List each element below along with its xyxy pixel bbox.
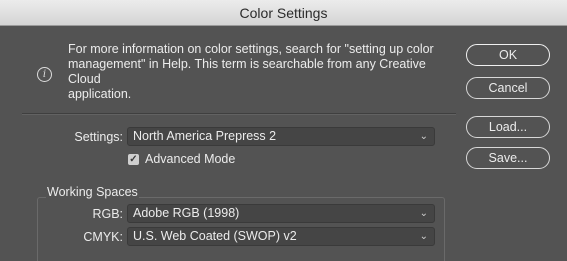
info-icon: i	[37, 67, 52, 82]
settings-dropdown[interactable]: North America Prepress 2 ⌄	[127, 127, 435, 146]
chevron-down-icon: ⌄	[419, 231, 428, 242]
save-button[interactable]: Save...	[466, 147, 550, 169]
load-button[interactable]: Load...	[466, 116, 550, 138]
chevron-down-icon: ⌄	[419, 131, 428, 142]
section-divider	[22, 113, 456, 115]
advanced-mode-label: Advanced Mode	[145, 152, 236, 166]
info-line-2: management" in Help. This term is search…	[68, 57, 426, 86]
settings-dropdown-value: North America Prepress 2	[133, 129, 277, 143]
working-spaces-title: Working Spaces	[46, 185, 139, 199]
window-title: Color Settings	[0, 0, 567, 26]
chevron-down-icon: ⌄	[419, 208, 428, 219]
cancel-button[interactable]: Cancel	[466, 77, 550, 99]
cmyk-label: CMYK:	[83, 230, 123, 244]
info-line-1: For more information on color settings, …	[68, 42, 434, 56]
cmyk-dropdown-value: U.S. Web Coated (SWOP) v2	[133, 229, 297, 243]
settings-label: Settings:	[74, 130, 123, 144]
info-line-3: application.	[68, 87, 132, 101]
rgb-dropdown-value: Adobe RGB (1998)	[133, 206, 240, 220]
rgb-label: RGB:	[92, 207, 123, 221]
info-message: For more information on color settings, …	[68, 42, 453, 102]
advanced-mode-checkbox[interactable]: ✓	[128, 154, 139, 165]
color-settings-dialog: Color Settings i For more information on…	[0, 0, 567, 261]
rgb-dropdown[interactable]: Adobe RGB (1998) ⌄	[127, 204, 435, 223]
cmyk-dropdown[interactable]: U.S. Web Coated (SWOP) v2 ⌄	[127, 227, 435, 246]
ok-button[interactable]: OK	[466, 44, 550, 66]
